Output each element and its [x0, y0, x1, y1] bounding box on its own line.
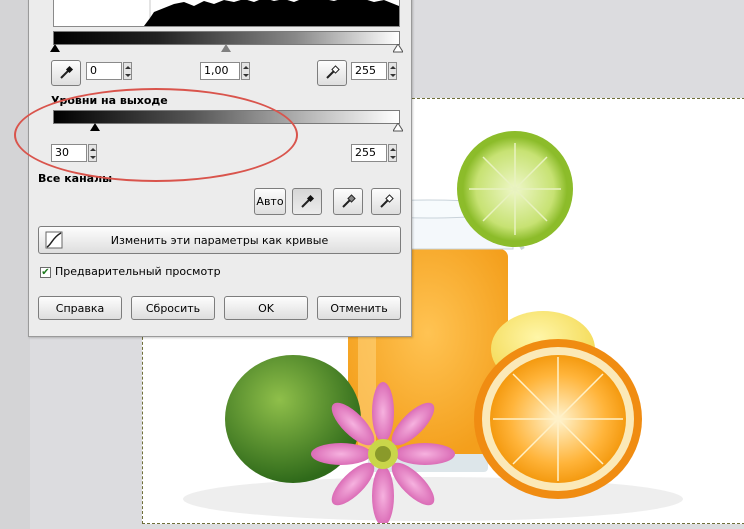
input-low-handle[interactable]: [50, 44, 60, 52]
eyedropper-black-icon: [301, 194, 315, 208]
input-low-spinner[interactable]: [123, 62, 132, 80]
cancel-button[interactable]: Отменить: [317, 296, 401, 320]
pick-white-channel-button[interactable]: [371, 188, 401, 215]
output-high-handle[interactable]: [393, 123, 403, 132]
eyedropper-white-icon: [380, 193, 394, 208]
output-levels-title: Уровни на выходе: [51, 94, 168, 107]
preview-label[interactable]: Предварительный просмотр: [55, 265, 221, 278]
help-button[interactable]: Справка: [38, 296, 122, 320]
output-high-field[interactable]: 255: [351, 144, 387, 162]
input-high-spinner[interactable]: [388, 62, 397, 80]
reset-button[interactable]: Сбросить: [131, 296, 215, 320]
input-high-handle[interactable]: [393, 44, 403, 53]
eyedropper-gray-icon: [342, 193, 356, 208]
input-levels-gradient[interactable]: [53, 31, 400, 45]
left-panel-edge: [0, 0, 30, 529]
edit-as-curves-button[interactable]: Изменить эти параметры как кривые: [38, 226, 401, 254]
levels-dialog: 0 1,00 255 Уровни на выходе 30 255 Все к…: [28, 0, 412, 337]
histogram-graph: [144, 0, 399, 26]
auto-button[interactable]: Авто: [254, 188, 286, 215]
curves-icon: [45, 231, 63, 249]
preview-checkbox[interactable]: ✔: [40, 267, 51, 278]
all-channels-title: Все каналы: [38, 172, 113, 185]
pick-black-point-button[interactable]: [51, 60, 81, 86]
input-gamma-spinner[interactable]: [241, 62, 250, 80]
ok-button[interactable]: OK: [224, 296, 308, 320]
cancel-button-label: Отменить: [330, 301, 388, 315]
help-button-label: Справка: [55, 301, 105, 315]
auto-button-label: Авто: [256, 195, 284, 208]
edit-as-curves-label: Изменить эти параметры как кривые: [110, 233, 329, 247]
ok-button-label: OK: [258, 301, 274, 315]
output-low-field[interactable]: 30: [51, 144, 87, 162]
output-low-handle[interactable]: [90, 123, 100, 131]
pick-white-point-button[interactable]: [317, 60, 347, 86]
eyedropper-white-icon: [326, 65, 340, 79]
reset-button-label: Сбросить: [145, 301, 201, 315]
input-gamma-field[interactable]: 1,00: [200, 62, 240, 80]
input-gamma-handle[interactable]: [221, 44, 231, 52]
pick-gray-channel-button[interactable]: [333, 188, 363, 215]
eyedropper-black-icon: [60, 65, 74, 79]
output-high-spinner[interactable]: [388, 144, 397, 162]
pick-black-channel-button[interactable]: [292, 188, 322, 215]
output-levels-gradient[interactable]: [53, 110, 400, 124]
input-low-field[interactable]: 0: [86, 62, 122, 80]
input-high-field[interactable]: 255: [351, 62, 387, 80]
input-histogram: [53, 0, 400, 27]
output-low-spinner[interactable]: [88, 144, 97, 162]
